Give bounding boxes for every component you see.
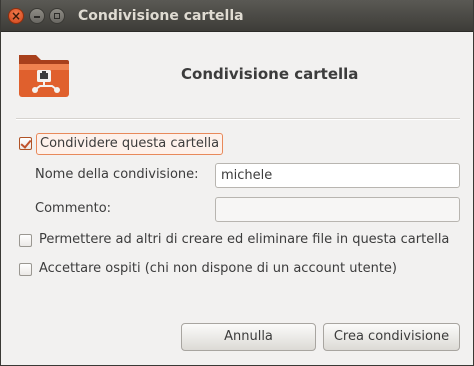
minimize-window-button[interactable] — [29, 8, 45, 24]
shared-folder-icon — [16, 45, 72, 101]
minimize-icon — [30, 9, 44, 23]
share-folder-label[interactable]: Condividere questa cartella — [36, 133, 224, 155]
share-folder-dialog: × Condivisione cartella Condivisione car… — [0, 0, 474, 366]
close-window-button[interactable]: × — [8, 8, 24, 24]
maximize-window-button[interactable] — [49, 8, 65, 24]
share-folder-checkbox[interactable] — [19, 137, 32, 150]
maximize-icon — [50, 9, 64, 23]
comment-input[interactable] — [215, 197, 460, 222]
guest-access-label[interactable]: Accettare ospiti (chi non dispone di un … — [39, 261, 397, 276]
window-title: Condivisione cartella — [78, 8, 244, 24]
header-separator — [16, 118, 460, 120]
create-share-button[interactable]: Crea condivisione — [323, 323, 460, 351]
close-icon: × — [10, 9, 22, 23]
checkmark-icon — [20, 137, 32, 149]
allow-others-label[interactable]: Permettere ad altri di creare ed elimina… — [39, 232, 449, 247]
resize-grip[interactable] — [229, 361, 247, 364]
title-bar[interactable]: × Condivisione cartella — [1, 0, 473, 32]
share-name-input[interactable] — [215, 163, 460, 188]
guest-access-checkbox[interactable] — [19, 263, 32, 276]
comment-label: Commento: — [35, 201, 112, 216]
allow-others-checkbox[interactable] — [19, 234, 32, 247]
dialog-heading: Condivisione cartella — [181, 65, 359, 83]
cancel-button[interactable]: Annulla — [181, 323, 316, 351]
share-name-label: Nome della condivisione: — [35, 167, 199, 182]
